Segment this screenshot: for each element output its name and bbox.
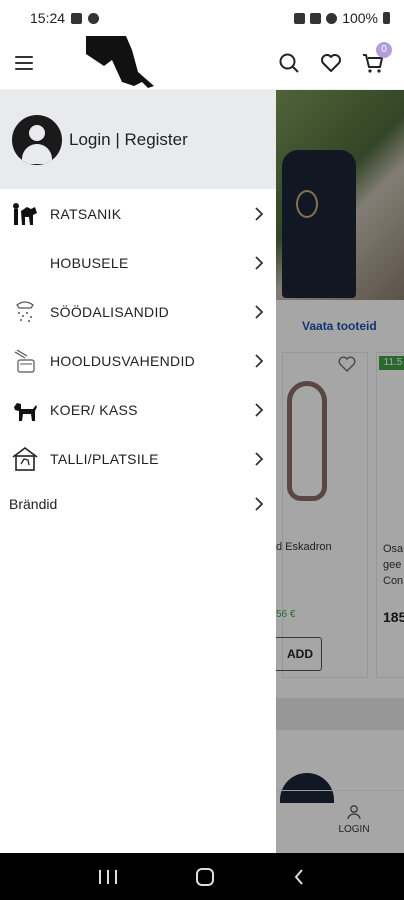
gallery-icon <box>71 12 83 24</box>
recent-apps-icon[interactable] <box>99 869 118 884</box>
menu-item-hobusele[interactable]: HOBUSELE <box>0 238 276 287</box>
menu-item-label: RATSANIK <box>50 205 122 222</box>
stable-icon <box>9 444 41 474</box>
menu-item-label: KOER/ KASS <box>50 401 138 418</box>
cart-button[interactable]: 0 <box>362 41 392 74</box>
brand-logo[interactable] <box>82 36 156 90</box>
menu-item-label: TALLI/PLATSILE <box>50 450 159 467</box>
app-header: 0 <box>0 36 404 90</box>
search-icon[interactable] <box>278 52 300 74</box>
avatar-icon <box>12 114 62 165</box>
menu-item-label: HOBUSELE <box>50 254 129 271</box>
chevron-right-icon <box>255 304 264 319</box>
cart-count-badge: 0 <box>376 41 392 58</box>
screen: 15:24 100% 0 Vaata tooteid 11.5 d Eskadr… <box>0 0 404 900</box>
battery-icon <box>383 12 390 24</box>
menu-item-soodalisandid[interactable]: SÖÖDALISANDID <box>0 287 276 336</box>
drawer-scrim[interactable] <box>276 90 404 853</box>
chevron-right-icon <box>255 353 264 368</box>
menu-item-hooldusvahendid[interactable]: HOOLDUSVAHENDID <box>0 336 276 385</box>
messenger-icon <box>88 12 100 24</box>
menu-icon[interactable] <box>15 55 33 70</box>
chevron-right-icon <box>255 451 264 466</box>
chevron-right-icon <box>255 206 264 221</box>
battery-percent: 100% <box>342 10 378 26</box>
blank-icon <box>9 248 41 278</box>
chevron-right-icon <box>255 255 264 270</box>
status-time: 15:24 <box>30 10 66 26</box>
status-bar: 15:24 100% <box>0 0 404 36</box>
mute-icon <box>294 12 306 24</box>
login-register-link[interactable]: Login | Register <box>69 130 188 150</box>
menu-item-label: SÖÖDALISANDID <box>50 303 170 320</box>
menu-item-label: Brändid <box>9 496 58 512</box>
chevron-right-icon <box>255 497 264 511</box>
rider-icon <box>9 199 41 229</box>
menu-item-talli-platsile[interactable]: TALLI/PLATSILE <box>0 434 276 483</box>
system-navigation-bar <box>0 853 404 900</box>
back-icon[interactable] <box>293 868 305 885</box>
home-icon[interactable] <box>195 867 214 886</box>
feed-icon <box>9 297 41 327</box>
wifi-icon <box>310 12 322 24</box>
menu-item-label: HOOLDUSVAHENDID <box>50 352 196 369</box>
menu-item-koer-kass[interactable]: KOER/ KASS <box>0 385 276 434</box>
heart-icon[interactable] <box>320 52 342 74</box>
menu-item-brandid[interactable]: Brändid <box>0 483 276 525</box>
chevron-right-icon <box>255 402 264 417</box>
care-icon <box>9 346 41 376</box>
dog-icon <box>9 395 41 425</box>
dnd-icon <box>326 12 338 24</box>
navigation-drawer: Login | Register RATSANIK HOBUSELE SÖÖDA… <box>0 90 276 853</box>
menu-item-ratsanik[interactable]: RATSANIK <box>0 189 276 238</box>
drawer-header[interactable]: Login | Register <box>0 90 276 189</box>
